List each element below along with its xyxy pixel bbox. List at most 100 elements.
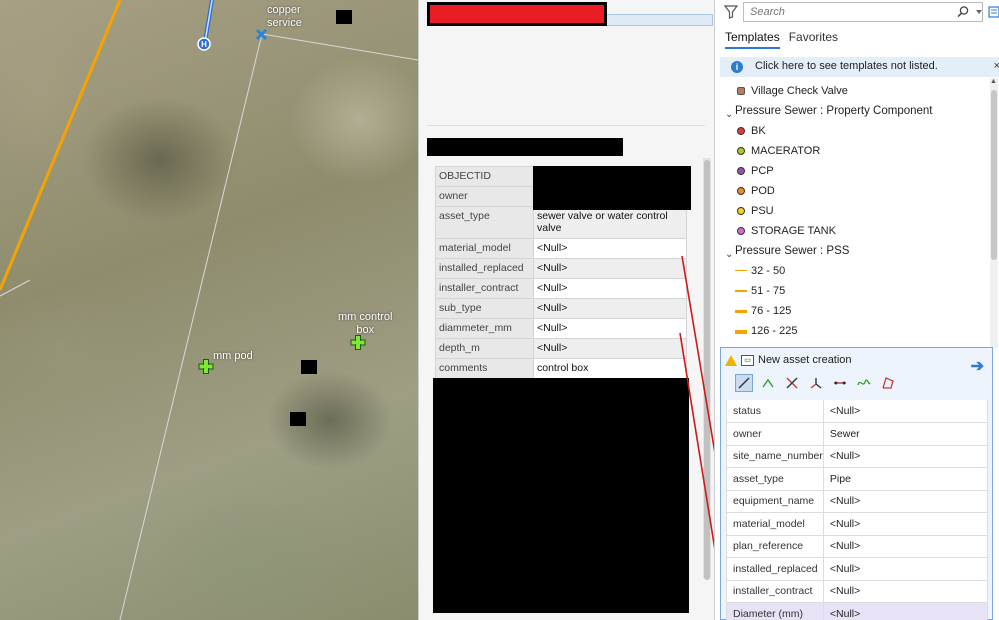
group-pss[interactable]: ⌄ Pressure Sewer : PSS	[725, 241, 987, 261]
template-label: Village Check Valve	[751, 85, 848, 97]
pcp-symbol-icon	[737, 167, 745, 175]
table-row: material_model <Null>	[726, 512, 989, 536]
field-key: status	[726, 400, 824, 423]
psu-symbol-icon	[737, 207, 745, 215]
creation-title: New asset creation	[758, 354, 852, 366]
field-value[interactable]: <Null>	[823, 557, 989, 581]
template-label: PCP	[751, 165, 774, 177]
scrollbar-thumb[interactable]	[991, 90, 997, 260]
template-label: MACERATOR	[751, 145, 821, 157]
bk-symbol-icon	[737, 127, 745, 135]
line-tool-icon[interactable]	[735, 374, 753, 392]
midpoint-tool-icon[interactable]	[807, 374, 825, 392]
field-key: plan_reference	[726, 535, 824, 558]
field-value[interactable]: <Null>	[823, 445, 989, 468]
search-dropdown-icon[interactable]	[976, 10, 982, 14]
table-row: site_name_number <Null>	[726, 445, 989, 468]
tab-favorites[interactable]: Favorites	[789, 30, 838, 49]
group-label: Pressure Sewer : Property Component	[735, 105, 933, 117]
template-label: 51 - 75	[751, 285, 786, 297]
template-psu[interactable]: PSU	[725, 201, 987, 221]
template-label: 126 - 225	[751, 325, 798, 337]
table-row: installer_contract <Null>	[726, 580, 989, 603]
search-icon[interactable]	[956, 5, 970, 19]
feature-template-icon: ▭	[741, 354, 754, 366]
table-row: owner Sewer	[726, 422, 989, 446]
template-pss-51-75[interactable]: 51 - 75	[725, 281, 987, 301]
field-value[interactable]: <Null>	[823, 535, 989, 558]
template-pcp[interactable]: PCP	[725, 161, 987, 181]
construction-tools	[735, 374, 897, 392]
template-pss-32-50[interactable]: 32 - 50	[725, 261, 987, 281]
info-text[interactable]: Click here to see templates not listed.	[755, 60, 938, 72]
trace-tool-icon[interactable]	[879, 374, 897, 392]
field-value[interactable]: Sewer	[823, 422, 989, 446]
table-row: equipment_name <Null>	[726, 490, 989, 513]
template-bk[interactable]: BK	[725, 121, 987, 141]
field-value[interactable]: <Null>	[823, 400, 989, 423]
template-label: POD	[751, 185, 775, 197]
line-symbol-icon	[735, 330, 747, 334]
field-key: owner	[726, 422, 824, 446]
template-village-check-valve[interactable]: Village Check Valve	[725, 81, 987, 101]
template-label: 76 - 125	[751, 305, 792, 317]
field-key: material_model	[726, 512, 824, 536]
app-window: H copper service mm pod mm control box O…	[0, 0, 999, 620]
options-icon[interactable]	[988, 5, 999, 19]
tab-templates[interactable]: Templates	[725, 30, 780, 49]
field-key: site_name_number	[726, 445, 824, 468]
intersection-tool-icon[interactable]	[783, 374, 801, 392]
template-label: 32 - 50	[751, 265, 786, 277]
creation-header: ▭ New asset creation	[725, 354, 852, 366]
template-label: PSU	[751, 205, 774, 217]
freehand-tool-icon[interactable]	[855, 374, 873, 392]
field-value[interactable]: <Null>	[823, 490, 989, 513]
template-pod[interactable]: POD	[725, 181, 987, 201]
field-key: equipment_name	[726, 490, 824, 513]
search-input[interactable]	[744, 3, 954, 21]
field-value[interactable]: <Null>	[823, 580, 989, 603]
scroll-up-icon[interactable]: ▲	[990, 78, 997, 85]
template-label: STORAGE TANK	[751, 225, 836, 237]
template-storage-tank[interactable]: STORAGE TANK	[725, 221, 987, 241]
template-label: BK	[751, 125, 766, 137]
group-property-component[interactable]: ⌄ Pressure Sewer : Property Component	[725, 101, 987, 121]
field-value[interactable]: <Null>	[823, 602, 989, 620]
table-row: plan_reference <Null>	[726, 535, 989, 558]
table-row: Diameter (mm) <Null>	[726, 602, 989, 620]
table-row: installed_replaced <Null>	[726, 557, 989, 581]
field-key: installed_replaced	[726, 557, 824, 581]
field-value[interactable]: <Null>	[823, 512, 989, 536]
field-key: Diameter (mm)	[726, 602, 824, 620]
arrow-right-icon[interactable]: ➔	[971, 356, 984, 376]
storage-tank-symbol-icon	[737, 227, 745, 235]
pod-symbol-icon	[737, 187, 745, 195]
templates-info-bar[interactable]: i Click here to see templates not listed…	[720, 57, 999, 77]
table-row: status <Null>	[726, 400, 989, 423]
line-symbol-icon	[735, 270, 747, 271]
new-asset-creation-panel: ▭ New asset creation ➔ status <Null> owne…	[720, 347, 993, 620]
template-pss-126-225[interactable]: 126 - 225	[725, 321, 987, 341]
line-symbol-icon	[735, 290, 747, 292]
create-features-pane: Templates Favorites i Click here to see …	[714, 0, 999, 620]
close-icon[interactable]: ×	[994, 60, 999, 72]
field-key: asset_type	[726, 467, 824, 491]
warning-icon	[725, 354, 737, 366]
info-icon: i	[731, 61, 743, 73]
template-pss-76-125[interactable]: 76 - 125	[725, 301, 987, 321]
template-list-scrollbar[interactable]: ▲	[990, 78, 998, 348]
distance-tool-icon[interactable]	[831, 374, 849, 392]
macerator-symbol-icon	[737, 147, 745, 155]
table-row: asset_type Pipe	[726, 467, 989, 491]
group-label: Pressure Sewer : PSS	[735, 245, 850, 257]
creation-attribute-table: status <Null> owner Sewer site_name_number…	[726, 400, 989, 620]
tab-bar: Templates Favorites	[725, 30, 838, 49]
field-value[interactable]: Pipe	[823, 467, 989, 491]
line-symbol-icon	[735, 310, 747, 313]
field-key: installer_contract	[726, 580, 824, 603]
template-list: Village Check Valve ⌄ Pressure Sewer : Pr…	[725, 81, 987, 341]
search-box[interactable]	[743, 2, 983, 22]
arc-tool-icon[interactable]	[759, 374, 777, 392]
filter-icon[interactable]	[724, 5, 738, 19]
template-macerator[interactable]: MACERATOR	[725, 141, 987, 161]
